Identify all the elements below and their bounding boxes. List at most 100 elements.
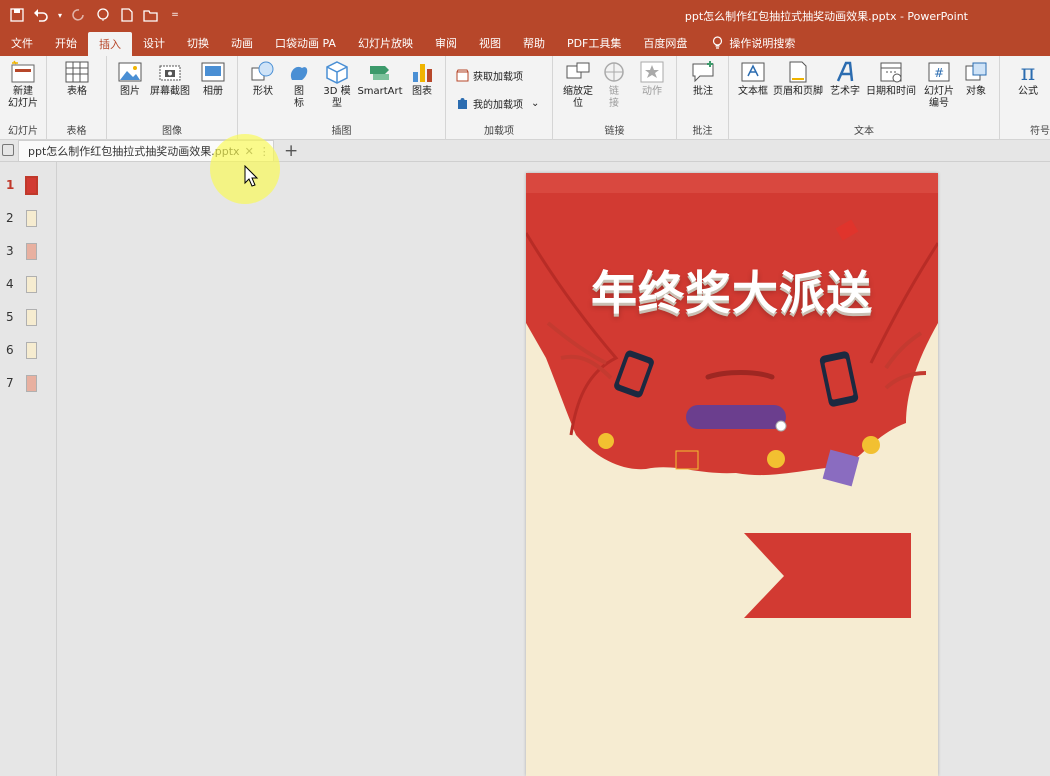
new-icon[interactable]	[118, 6, 136, 24]
tab-transitions[interactable]: 切换	[176, 30, 220, 56]
tab-baidu-netdisk[interactable]: 百度网盘	[632, 30, 698, 56]
group-label-text: 文本	[854, 126, 874, 137]
save-icon[interactable]	[8, 6, 26, 24]
chevron-down-icon[interactable]: ⌄	[531, 98, 539, 109]
tab-design[interactable]: 设计	[132, 30, 176, 56]
object-icon	[965, 62, 987, 81]
slide-thumbnail[interactable]: 5	[0, 308, 57, 338]
calendar-icon	[880, 62, 902, 83]
undo-icon[interactable]	[32, 6, 50, 24]
group-label-addins: 加载项	[484, 126, 514, 137]
smartart-icon	[370, 66, 389, 80]
3d-models-button[interactable]: 3D 模 型	[320, 60, 354, 110]
chart-button[interactable]: 图表	[406, 60, 438, 98]
table-icon	[65, 61, 89, 83]
tell-me-label: 操作说明搜索	[729, 37, 796, 50]
slide-thumbnail[interactable]: 3	[0, 242, 57, 272]
3d-models-label: 3D 模 型	[323, 86, 351, 109]
quick-access-toolbar: ▾ =	[8, 6, 184, 24]
present-icon[interactable]	[94, 6, 112, 24]
object-button[interactable]: 对象	[959, 60, 993, 98]
slide-thumbnail-image	[26, 276, 37, 293]
tab-insert[interactable]: 插入	[88, 32, 132, 56]
svg-text:#: #	[934, 66, 944, 80]
svg-text:π: π	[1021, 61, 1035, 84]
shapes-icon	[251, 61, 274, 81]
textbox-button[interactable]: 文本框	[735, 60, 771, 98]
slide-thumbnail[interactable]: 2	[0, 209, 57, 239]
slide-thumbnails-pane: 1 2 3 4 5 6 7	[0, 162, 57, 776]
slide-thumbnail[interactable]: 4	[0, 275, 57, 305]
group-label-slides: 幻灯片	[8, 126, 38, 137]
tab-help[interactable]: 帮助	[512, 30, 556, 56]
slide-number: 5	[6, 310, 14, 324]
group-slides: 新建 幻灯片 幻灯片	[0, 56, 47, 140]
album-label: 相册	[203, 86, 223, 97]
tab-view[interactable]: 视图	[468, 30, 512, 56]
star-icon	[640, 61, 664, 83]
slide-thumbnail[interactable]: 6	[0, 341, 57, 371]
screenshot-button[interactable]: 屏幕截图	[148, 60, 192, 98]
my-addins-button[interactable]: 我的加载项 ⌄	[456, 96, 539, 111]
table-button[interactable]: 表格	[59, 60, 95, 98]
link-button[interactable]: 链 接	[599, 60, 629, 110]
tab-file[interactable]: 文件	[0, 30, 44, 56]
slide-number: 7	[6, 376, 14, 390]
header-footer-label: 页眉和页脚	[773, 86, 823, 97]
smartart-label: SmartArt	[357, 86, 403, 97]
chevron-down-icon[interactable]: ▾	[56, 6, 64, 24]
slide-number: 2	[6, 211, 14, 225]
action-label: 动作	[642, 86, 662, 97]
comment-button[interactable]: 批注	[687, 60, 719, 98]
chart-icon	[413, 64, 432, 82]
tell-me-search[interactable]: 操作说明搜索	[698, 30, 806, 56]
header-footer-icon	[789, 61, 807, 83]
cube-icon	[326, 61, 348, 84]
group-label-tables: 表格	[66, 126, 87, 137]
album-button[interactable]: 相册	[197, 60, 229, 98]
comment-icon	[692, 61, 714, 83]
picture-button[interactable]: 图片	[115, 60, 145, 98]
slide-thumbnail[interactable]: 7	[0, 374, 57, 404]
equation-label: 公式	[1018, 86, 1038, 97]
lightbulb-icon	[713, 36, 723, 49]
header-footer-button[interactable]: 页眉和页脚	[771, 60, 825, 98]
open-icon[interactable]	[142, 6, 160, 24]
tab-animations[interactable]: 动画	[220, 30, 264, 56]
group-label-images: 图像	[162, 126, 182, 137]
tab-pocket-animation[interactable]: 口袋动画 PA	[264, 30, 347, 56]
ribbon-insert: 新建 幻灯片 幻灯片 表格 表格 图片 屏幕截图 相册 图像 形状 图 标 3D…	[0, 56, 1050, 140]
slide-number-button[interactable]: # 幻灯片 编号	[921, 60, 957, 110]
tab-pdf-tools[interactable]: PDF工具集	[556, 30, 632, 56]
current-slide[interactable]: 年终奖大派送	[526, 173, 938, 776]
new-slide-button[interactable]: 新建 幻灯片	[2, 60, 44, 110]
title-bar: ▾ = ppt怎么制作红包抽拉式抽奖动画效果.pptx - PowerPoint	[0, 0, 1050, 30]
slide-number-icon: #	[928, 62, 950, 82]
zoom-button[interactable]: 缩放定 位	[559, 60, 597, 110]
shapes-button[interactable]: 形状	[248, 60, 278, 98]
datetime-button[interactable]: 日期和时间	[863, 60, 919, 98]
slide-editing-canvas[interactable]: 年终奖大派送	[57, 162, 1050, 776]
tab-home[interactable]: 开始	[44, 30, 88, 56]
add-tab-button[interactable]: +	[284, 141, 298, 161]
slide-headline[interactable]: 年终奖大派送	[526, 257, 938, 323]
get-addins-button[interactable]: 获取加载项	[456, 68, 523, 83]
smartart-button[interactable]: SmartArt	[355, 60, 405, 98]
tab-list-icon[interactable]	[2, 144, 14, 156]
tab-slideshow[interactable]: 幻灯片放映	[347, 30, 424, 56]
icons-button[interactable]: 图 标	[284, 60, 314, 110]
group-label-links: 链接	[604, 126, 625, 137]
tab-review[interactable]: 审阅	[424, 30, 468, 56]
customize-icon[interactable]: =	[166, 6, 184, 24]
action-button[interactable]: 动作	[635, 60, 669, 98]
wordart-button[interactable]: 艺术字	[827, 60, 863, 98]
group-symbols: π 公式 符号	[1000, 56, 1050, 140]
ribbon-tabs: 文件 开始 插入 设计 切换 动画 口袋动画 PA 幻灯片放映 审阅 视图 帮助…	[0, 30, 1050, 56]
redo-icon[interactable]	[70, 6, 88, 24]
slide-thumbnail[interactable]: 1	[0, 176, 57, 206]
link-label: 链 接	[609, 86, 619, 109]
slide-number: 6	[6, 343, 14, 357]
equation-button[interactable]: π 公式	[1012, 60, 1044, 98]
photo-album-icon	[201, 62, 225, 82]
slide-thumbnail-image	[26, 243, 37, 260]
